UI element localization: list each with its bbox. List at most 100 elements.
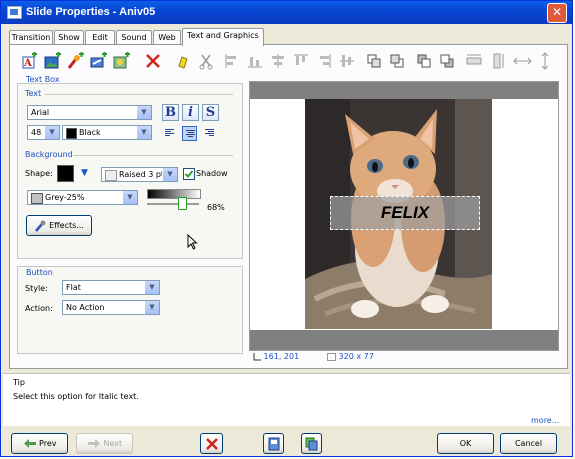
fill-color-value: Grey-25% bbox=[45, 193, 85, 202]
style-value: Flat bbox=[66, 283, 81, 292]
same-height-icon[interactable] bbox=[488, 52, 507, 70]
border-style-value: Raised 3 pt. bbox=[119, 170, 167, 179]
text-section-label: Text bbox=[25, 89, 42, 98]
check-icon bbox=[184, 170, 194, 178]
mouse-cursor-icon bbox=[187, 234, 198, 250]
tip-panel: Tip Select this option for Italic text. … bbox=[3, 373, 570, 426]
arrow-right-icon bbox=[87, 439, 100, 448]
tip-text: Select this option for Italic text. bbox=[13, 392, 139, 401]
bold-button[interactable]: B bbox=[162, 104, 179, 121]
bring-to-front-icon[interactable] bbox=[415, 52, 434, 70]
opacity-gradient bbox=[147, 189, 201, 199]
effects-button[interactable]: Effects... bbox=[26, 215, 92, 236]
position-readout: 161, 201 bbox=[253, 352, 299, 361]
title-bar[interactable]: Slide Properties - Aniv05 ✕ bbox=[1, 1, 572, 24]
caption-text-box[interactable]: FELIX bbox=[330, 196, 480, 230]
opacity-value: 68% bbox=[207, 203, 225, 212]
slide-icon bbox=[268, 437, 279, 450]
style-select[interactable]: Flat ▼ bbox=[62, 280, 160, 295]
cancel-button[interactable]: Cancel bbox=[500, 433, 557, 454]
add-shape-icon[interactable] bbox=[89, 52, 108, 70]
slide-preview[interactable]: FELIX bbox=[249, 81, 559, 351]
font-select[interactable]: Arial ▼ bbox=[27, 105, 152, 120]
center-vertical-icon[interactable] bbox=[536, 52, 555, 70]
color-select[interactable]: Black ▼ bbox=[62, 125, 152, 140]
effects-icon bbox=[35, 220, 46, 232]
prev-button[interactable]: Prev bbox=[11, 433, 68, 454]
size-select[interactable]: 48 ▼ bbox=[27, 125, 60, 140]
chevron-down-icon: ▼ bbox=[136, 106, 151, 119]
button-group-label: Button bbox=[26, 268, 53, 277]
tab-transition[interactable]: Transition bbox=[9, 30, 53, 45]
border-style-swatch bbox=[105, 170, 117, 181]
close-button[interactable]: ✕ bbox=[547, 3, 567, 23]
copy-slide-icon bbox=[305, 437, 318, 450]
shadow-checkbox[interactable] bbox=[183, 168, 195, 180]
color-swatch bbox=[66, 128, 77, 139]
align-right-button[interactable] bbox=[202, 126, 217, 141]
chevron-down-icon: ▼ bbox=[144, 301, 159, 314]
caption-text: FELIX bbox=[380, 203, 430, 222]
add-picture-icon[interactable] bbox=[43, 52, 62, 70]
align-center-icon bbox=[186, 130, 195, 138]
align-left-edges-icon[interactable] bbox=[223, 52, 242, 70]
action-value: No Action bbox=[66, 303, 105, 312]
opacity-slider-track[interactable] bbox=[147, 203, 199, 205]
align-bottom-icon[interactable] bbox=[246, 52, 265, 70]
add-effect-icon[interactable] bbox=[66, 52, 85, 70]
align-top-icon[interactable] bbox=[292, 52, 311, 70]
opacity-slider-thumb[interactable] bbox=[178, 197, 188, 210]
size-readout: 320 x 77 bbox=[327, 352, 374, 361]
align-middle-icon[interactable] bbox=[338, 52, 357, 70]
align-left-button[interactable] bbox=[162, 126, 177, 141]
background-divider bbox=[73, 155, 233, 156]
fill-color-select[interactable]: Grey-25% ▼ bbox=[27, 190, 138, 205]
shape-color-swatch[interactable] bbox=[57, 165, 74, 182]
bring-forward-icon[interactable] bbox=[365, 52, 384, 70]
shape-color-dropdown-icon[interactable]: ▼ bbox=[81, 168, 88, 178]
action-label: Action: bbox=[25, 304, 53, 313]
effects-label: Effects... bbox=[49, 221, 84, 230]
chevron-down-icon: ▼ bbox=[44, 126, 59, 139]
text-divider bbox=[45, 94, 233, 95]
window-title: Slide Properties - Aniv05 bbox=[26, 6, 156, 18]
fill-color-swatch bbox=[31, 193, 43, 204]
kitten-photo: FELIX bbox=[305, 99, 492, 329]
tab-show[interactable]: Show bbox=[54, 30, 84, 45]
tab-text-and-graphics[interactable]: Text and Graphics bbox=[182, 28, 264, 46]
shape-label: Shape: bbox=[25, 169, 53, 178]
next-button[interactable]: Next bbox=[76, 433, 133, 454]
add-clipart-icon[interactable] bbox=[112, 52, 131, 70]
cut-icon[interactable] bbox=[197, 52, 216, 70]
align-left-icon bbox=[165, 129, 174, 137]
align-center-icon[interactable] bbox=[269, 52, 288, 70]
italic-button[interactable]: i bbox=[182, 104, 199, 121]
center-horizontal-icon[interactable] bbox=[513, 52, 532, 70]
tab-edit[interactable]: Edit bbox=[85, 30, 115, 45]
dialog-window: Slide Properties - Aniv05 ✕ Transition S… bbox=[0, 0, 573, 457]
size-icon bbox=[327, 352, 336, 361]
add-text-icon[interactable]: A bbox=[20, 52, 39, 70]
border-style-select[interactable]: Raised 3 pt. ▼ bbox=[101, 167, 178, 182]
delete-slide-button[interactable] bbox=[200, 433, 223, 454]
ok-button[interactable]: OK bbox=[437, 433, 494, 454]
highlight-icon[interactable] bbox=[174, 52, 193, 70]
chevron-down-icon: ▼ bbox=[144, 281, 159, 294]
insert-slide-button[interactable] bbox=[263, 433, 284, 454]
action-select[interactable]: No Action ▼ bbox=[62, 300, 160, 315]
delete-icon[interactable] bbox=[144, 52, 163, 70]
send-backward-icon[interactable] bbox=[388, 52, 407, 70]
align-right-icon bbox=[205, 129, 214, 137]
chevron-down-icon: ▼ bbox=[122, 191, 137, 204]
send-to-back-icon[interactable] bbox=[438, 52, 457, 70]
same-width-icon[interactable] bbox=[465, 52, 484, 70]
shadow-text-button[interactable]: S bbox=[202, 104, 219, 121]
prev-label: Prev bbox=[39, 439, 57, 448]
tab-sound[interactable]: Sound bbox=[116, 30, 152, 45]
color-value: Black bbox=[79, 128, 101, 137]
more-link[interactable]: more... bbox=[531, 416, 559, 425]
tab-web[interactable]: Web bbox=[153, 30, 181, 45]
duplicate-slide-button[interactable] bbox=[301, 433, 322, 454]
align-right-icon[interactable] bbox=[315, 52, 334, 70]
align-center-button[interactable] bbox=[182, 126, 197, 141]
